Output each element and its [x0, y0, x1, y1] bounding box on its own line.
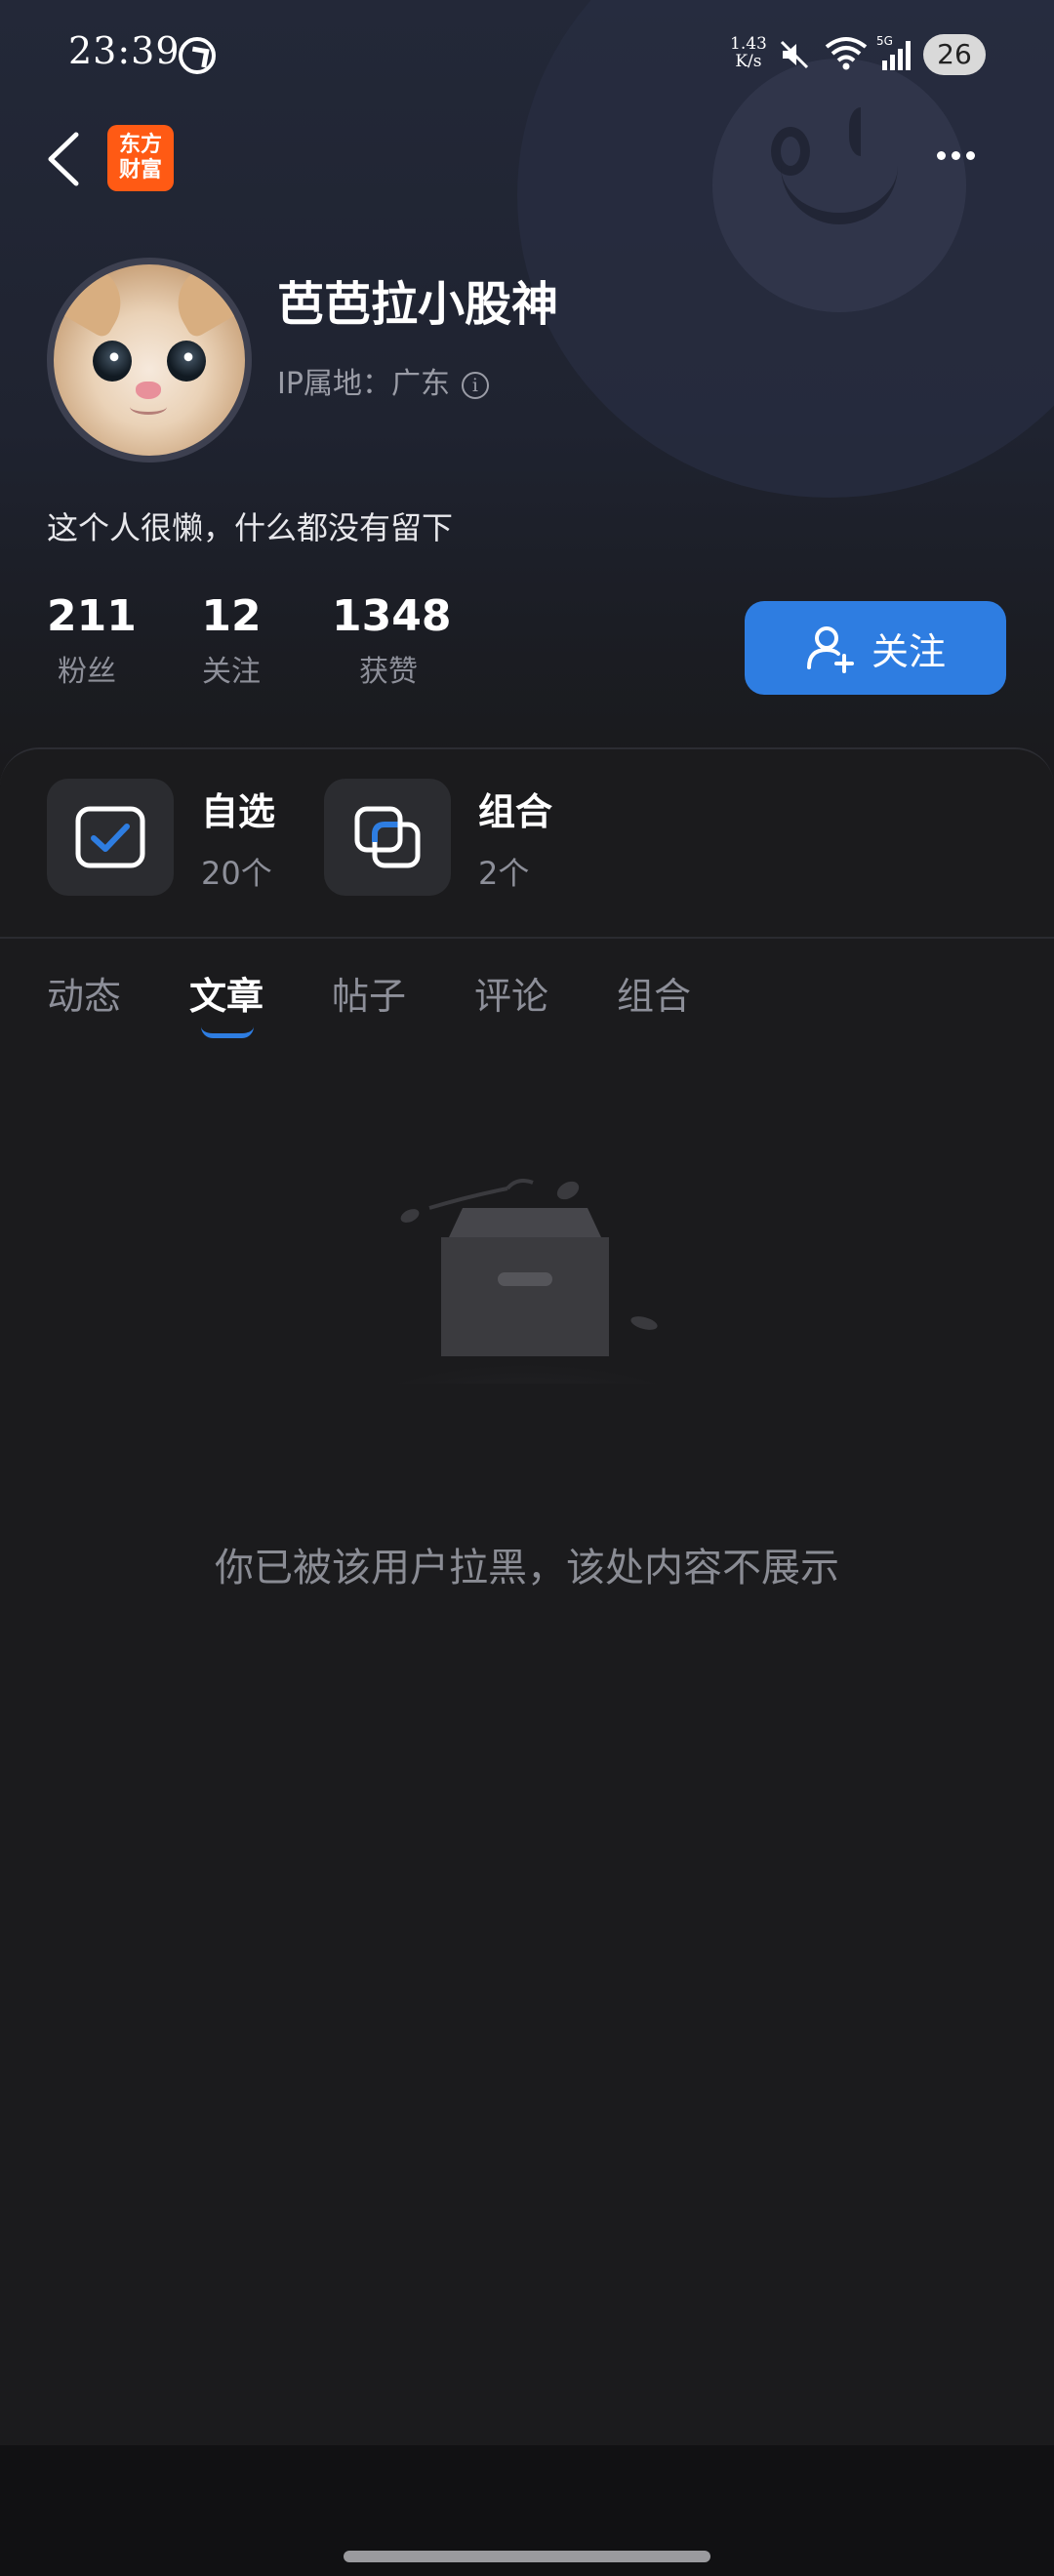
portfolio-card[interactable]: 组合 2个 — [324, 779, 552, 896]
username: 芭芭拉小股神 — [277, 277, 559, 332]
user-plus-icon — [806, 626, 854, 673]
decorative-smiley-eye — [849, 107, 878, 156]
quick-cards-row: 自选 20个 组合 2个 — [0, 749, 1054, 939]
status-bar: 23:39 1.43 K/s 5G 26 — [0, 0, 1054, 107]
bio: 这个人很懒，什么都没有留下 — [47, 509, 454, 546]
stat-likes[interactable]: 1348 获赞 — [332, 591, 452, 690]
logo-text-line2: 财富 — [118, 158, 162, 182]
empty-state-message: 你已被该用户拉黑，该处内容不展示 — [215, 1546, 839, 1590]
portfolio-title: 组合 — [478, 789, 553, 833]
network-speed: 1.43 K/s — [730, 35, 767, 70]
tab-articles[interactable]: 文章 — [189, 966, 264, 1020]
watchlist-card[interactable]: 自选 20个 — [47, 779, 275, 896]
checkbox-icon — [47, 779, 174, 896]
network-speed-unit: K/s — [735, 52, 762, 71]
battery-indicator: 26 — [923, 34, 986, 75]
stat-label: 获赞 — [359, 655, 418, 689]
overlap-squares-icon — [324, 779, 451, 896]
stat-label: 关注 — [202, 655, 261, 689]
stat-following[interactable]: 12 关注 — [193, 591, 269, 690]
status-time: 23:39 — [68, 29, 181, 72]
mute-icon — [780, 40, 809, 69]
more-options-icon[interactable] — [937, 137, 1005, 176]
stat-fans[interactable]: 211 粉丝 — [47, 591, 137, 690]
stat-value: 211 — [47, 591, 137, 641]
ip-location-line: IP属地：广东 i — [277, 359, 489, 402]
empty-box-illustration — [322, 1179, 732, 1384]
tab-activity[interactable]: 动态 — [47, 966, 121, 1020]
active-tab-indicator — [201, 1026, 254, 1038]
portfolio-count: 2个 — [478, 854, 530, 892]
navigation-status-icon — [179, 37, 216, 74]
cellular-signal-icon: 5G — [876, 34, 911, 70]
scroll-fade — [976, 779, 1054, 896]
back-button[interactable] — [39, 125, 88, 193]
avatar[interactable] — [47, 258, 252, 463]
follow-label: 关注 — [871, 629, 946, 673]
tab-posts[interactable]: 帖子 — [332, 966, 406, 1020]
watchlist-title: 自选 — [201, 789, 276, 833]
wifi-icon — [825, 37, 868, 70]
content-panel: 自选 20个 组合 2个 动态 文章 帖子 评论 组合 你已被该用户拉黑，该处内… — [0, 747, 1054, 2445]
stat-label: 粉丝 — [58, 655, 116, 689]
app-logo: 东方 财富 — [107, 125, 174, 191]
home-indicator[interactable] — [344, 2551, 710, 2562]
tab-bar: 动态 文章 帖子 评论 组合 — [0, 966, 1054, 1054]
network-type-label: 5G — [876, 34, 893, 48]
ip-location: IP属地：广东 — [277, 367, 450, 401]
follow-button[interactable]: 关注 — [745, 601, 1006, 695]
stat-value: 1348 — [332, 591, 452, 641]
logo-text-line1: 东方 — [118, 133, 162, 157]
stat-value: 12 — [201, 591, 262, 641]
tab-portfolios[interactable]: 组合 — [617, 966, 691, 1020]
info-icon[interactable]: i — [461, 371, 489, 399]
tab-comments[interactable]: 评论 — [474, 966, 548, 1020]
network-speed-value: 1.43 — [730, 34, 767, 54]
watchlist-count: 20个 — [201, 854, 272, 892]
